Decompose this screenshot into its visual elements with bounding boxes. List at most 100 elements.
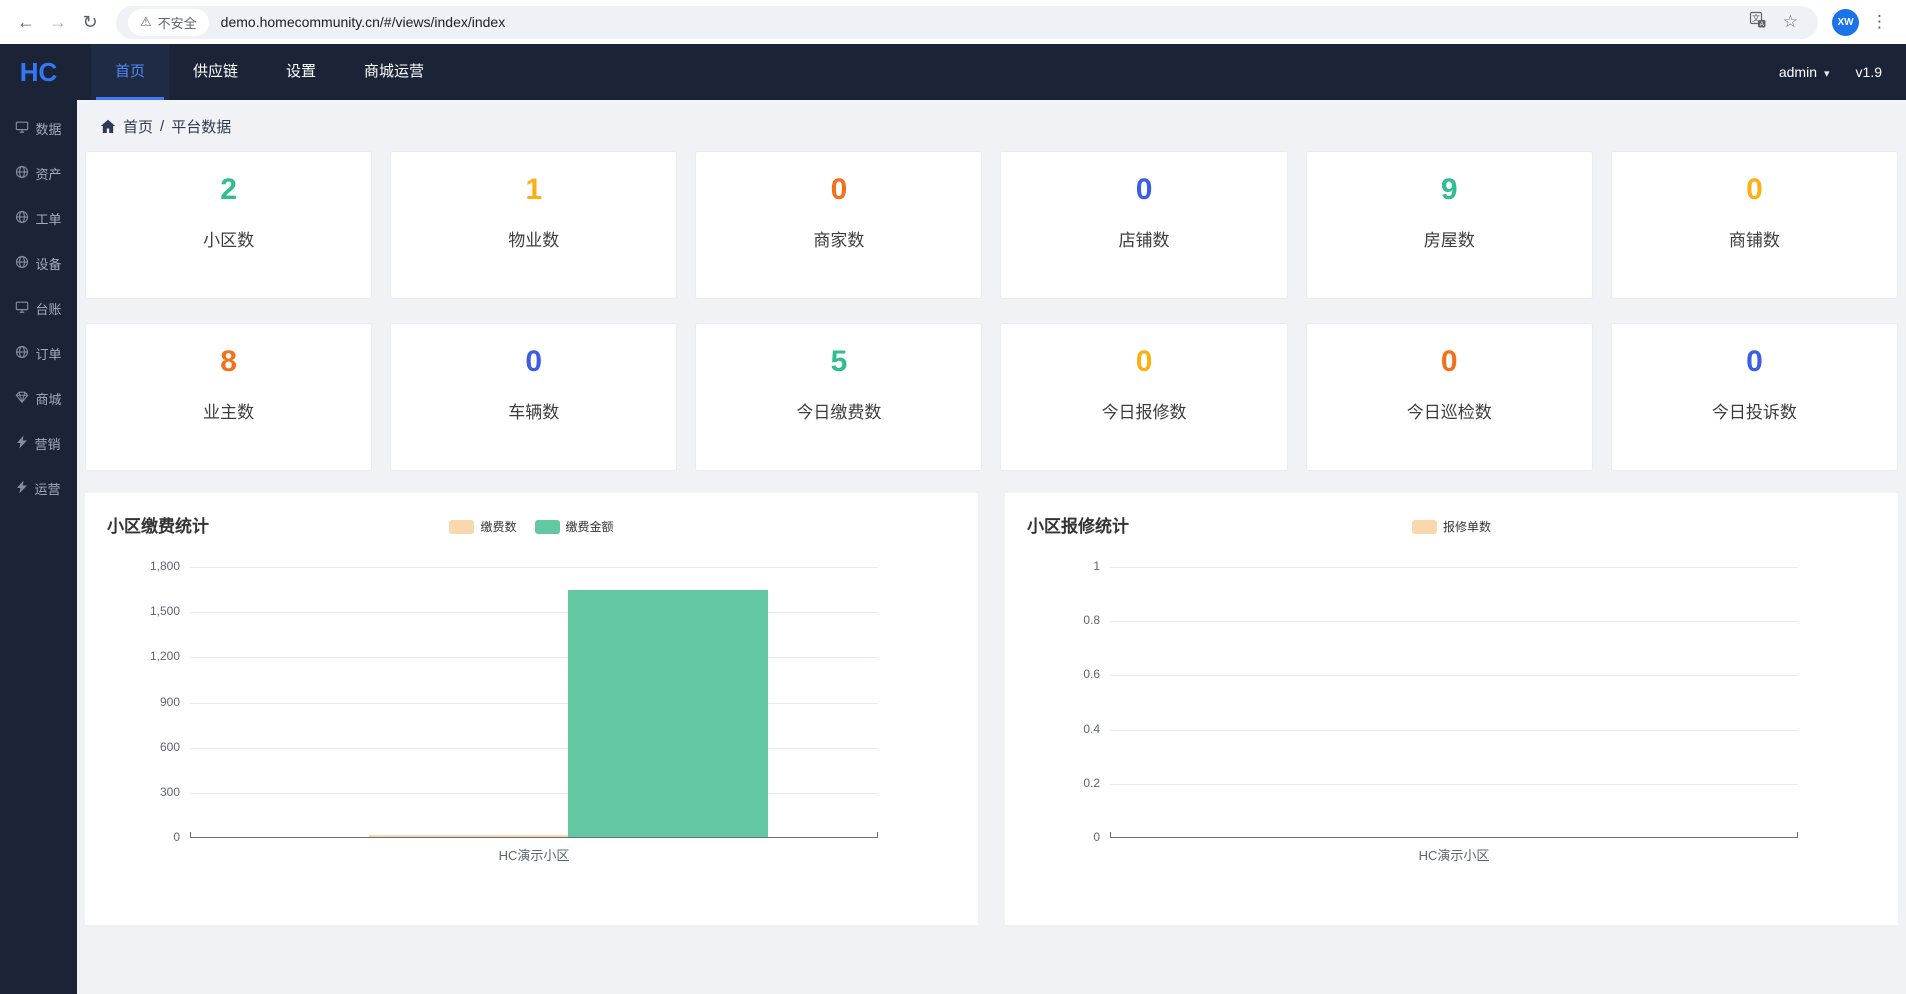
url-text[interactable]: demo.homecommunity.cn/#/views/index/inde… bbox=[221, 14, 1741, 30]
stat-value: 8 bbox=[86, 345, 371, 379]
axis-tick bbox=[877, 832, 878, 838]
security-label: 不安全 bbox=[158, 13, 197, 32]
sidebar-item-devices[interactable]: 设备 bbox=[0, 241, 77, 286]
sidebar-item-data[interactable]: 数据 bbox=[0, 106, 77, 151]
address-bar[interactable]: ⚠ 不安全 demo.homecommunity.cn/#/views/inde… bbox=[116, 6, 1818, 39]
back-icon[interactable]: ← bbox=[10, 12, 42, 33]
forward-icon[interactable]: → bbox=[42, 12, 74, 33]
sidebar-item-label: 运营 bbox=[34, 479, 60, 498]
stat-label: 商铺数 bbox=[1612, 226, 1897, 251]
x-axis-category-label: HC演示小区 bbox=[190, 845, 878, 864]
y-axis-tick-label: 0.2 bbox=[1010, 776, 1100, 790]
tab-mall-operation[interactable]: 商城运营 bbox=[340, 44, 448, 100]
app-navbar: HC 首页 供应链 设置 商城运营 admin ▾ v1.9 bbox=[0, 44, 1906, 100]
gridline bbox=[1110, 675, 1798, 676]
y-axis-tick-label: 1,200 bbox=[90, 649, 180, 663]
browser-menu-icon[interactable]: ⋮ bbox=[1871, 12, 1888, 32]
gridline bbox=[1110, 621, 1798, 622]
stat-label: 商家数 bbox=[696, 226, 981, 251]
stat-value: 5 bbox=[696, 345, 981, 379]
legend-label: 缴费数 bbox=[480, 518, 516, 535]
sidebar-item-orders[interactable]: 订单 bbox=[0, 331, 77, 376]
sidebar-item-assets[interactable]: 资产 bbox=[0, 151, 77, 196]
security-badge[interactable]: ⚠ 不安全 bbox=[128, 9, 209, 36]
stat-label: 店铺数 bbox=[1001, 226, 1286, 251]
breadcrumb-home[interactable]: 首页 bbox=[123, 116, 153, 137]
tab-settings[interactable]: 设置 bbox=[262, 44, 340, 100]
y-axis-tick-label: 0 bbox=[1010, 830, 1100, 844]
stat-value: 0 bbox=[1001, 173, 1286, 207]
legend-swatch bbox=[1412, 520, 1437, 534]
sidebar-item-label: 资产 bbox=[35, 164, 61, 183]
legend-item[interactable]: 缴费数 bbox=[449, 518, 516, 535]
stat-label: 业主数 bbox=[86, 398, 371, 423]
bookmark-star-icon[interactable]: ☆ bbox=[1783, 12, 1798, 32]
user-menu[interactable]: admin bbox=[1779, 64, 1817, 80]
stat-label: 今日报修数 bbox=[1001, 398, 1286, 423]
stat-value: 9 bbox=[1307, 173, 1592, 207]
warning-icon: ⚠ bbox=[140, 14, 152, 30]
legend-swatch bbox=[449, 520, 474, 534]
sidebar-item-mall[interactable]: 商城 bbox=[0, 376, 77, 421]
globe-icon bbox=[15, 345, 29, 362]
y-axis-tick-label: 600 bbox=[90, 740, 180, 754]
y-axis-tick-label: 0 bbox=[90, 830, 180, 844]
sidebar-item-label: 商城 bbox=[35, 389, 61, 408]
nav-tabs: 首页 供应链 设置 商城运营 bbox=[91, 44, 448, 100]
y-axis-tick-label: 1,500 bbox=[90, 604, 180, 618]
x-axis-line bbox=[1110, 837, 1798, 838]
stat-label: 小区数 bbox=[86, 226, 371, 251]
sidebar-item-work-orders[interactable]: 工单 bbox=[0, 196, 77, 241]
gridline bbox=[190, 793, 878, 794]
y-axis-tick-label: 1 bbox=[1010, 559, 1100, 573]
stat-value: 0 bbox=[696, 173, 981, 207]
gridline bbox=[190, 748, 878, 749]
chevron-down-icon[interactable]: ▾ bbox=[1824, 67, 1830, 80]
tab-home[interactable]: 首页 bbox=[91, 44, 169, 100]
stat-card-houses: 9 房屋数 bbox=[1306, 151, 1593, 299]
series-bar bbox=[369, 835, 569, 837]
stat-card-merchants: 0 商家数 bbox=[695, 151, 982, 299]
gridline bbox=[190, 612, 878, 613]
sidebar: 数据 资产 工单 设备 台账 订单 商城 营销 运营 bbox=[0, 100, 77, 994]
translate-icon[interactable]: 文 A bbox=[1749, 11, 1767, 34]
breadcrumb: 首页 / 平台数据 bbox=[77, 100, 1906, 137]
reload-icon[interactable]: ↻ bbox=[74, 12, 106, 33]
stat-label: 房屋数 bbox=[1307, 226, 1592, 251]
y-axis-tick-label: 900 bbox=[90, 695, 180, 709]
legend-item[interactable]: 报修单数 bbox=[1412, 518, 1491, 535]
desktop-icon bbox=[15, 120, 29, 137]
y-axis-tick-label: 0.8 bbox=[1010, 613, 1100, 627]
stat-label: 今日投诉数 bbox=[1612, 398, 1897, 423]
stat-label: 物业数 bbox=[391, 226, 676, 251]
stats-grid: 2 小区数 1 物业数 0 商家数 0 店铺数 9 房屋数 0 商铺数 8 业主… bbox=[85, 151, 1898, 471]
stat-label: 车辆数 bbox=[391, 398, 676, 423]
stat-value: 0 bbox=[1307, 345, 1592, 379]
breadcrumb-separator: / bbox=[160, 118, 164, 135]
sidebar-item-label: 订单 bbox=[35, 344, 61, 363]
x-axis-line bbox=[190, 837, 878, 838]
sidebar-item-operations[interactable]: 运营 bbox=[0, 466, 77, 511]
globe-icon bbox=[15, 210, 29, 227]
chart-plot-area: 10.80.60.40.20 bbox=[1110, 567, 1798, 838]
legend-label: 报修单数 bbox=[1443, 518, 1491, 535]
gridline bbox=[190, 703, 878, 704]
version-label: v1.9 bbox=[1856, 64, 1882, 80]
app-logo[interactable]: HC bbox=[0, 57, 77, 88]
browser-profile-avatar[interactable]: XW bbox=[1832, 9, 1859, 36]
legend-item[interactable]: 缴费金额 bbox=[535, 518, 614, 535]
tab-supply-chain[interactable]: 供应链 bbox=[169, 44, 262, 100]
sidebar-item-label: 营销 bbox=[34, 434, 60, 453]
sidebar-item-marketing[interactable]: 营销 bbox=[0, 421, 77, 466]
axis-tick bbox=[1797, 832, 1798, 838]
axis-tick bbox=[1110, 832, 1111, 838]
y-axis-tick-label: 0.6 bbox=[1010, 667, 1100, 681]
chart-legend: 报修单数 bbox=[1005, 518, 1898, 535]
sidebar-item-ledger[interactable]: 台账 bbox=[0, 286, 77, 331]
series-bar bbox=[568, 590, 768, 837]
sidebar-item-label: 工单 bbox=[35, 209, 61, 228]
payment-stats-chart: 小区缴费统计 缴费数 缴费金额 1,8001,5001,200900600300… bbox=[85, 493, 978, 925]
stat-label: 今日巡检数 bbox=[1307, 398, 1592, 423]
stat-card-today-payments: 5 今日缴费数 bbox=[695, 323, 982, 471]
stat-card-today-complaints: 0 今日投诉数 bbox=[1611, 323, 1898, 471]
